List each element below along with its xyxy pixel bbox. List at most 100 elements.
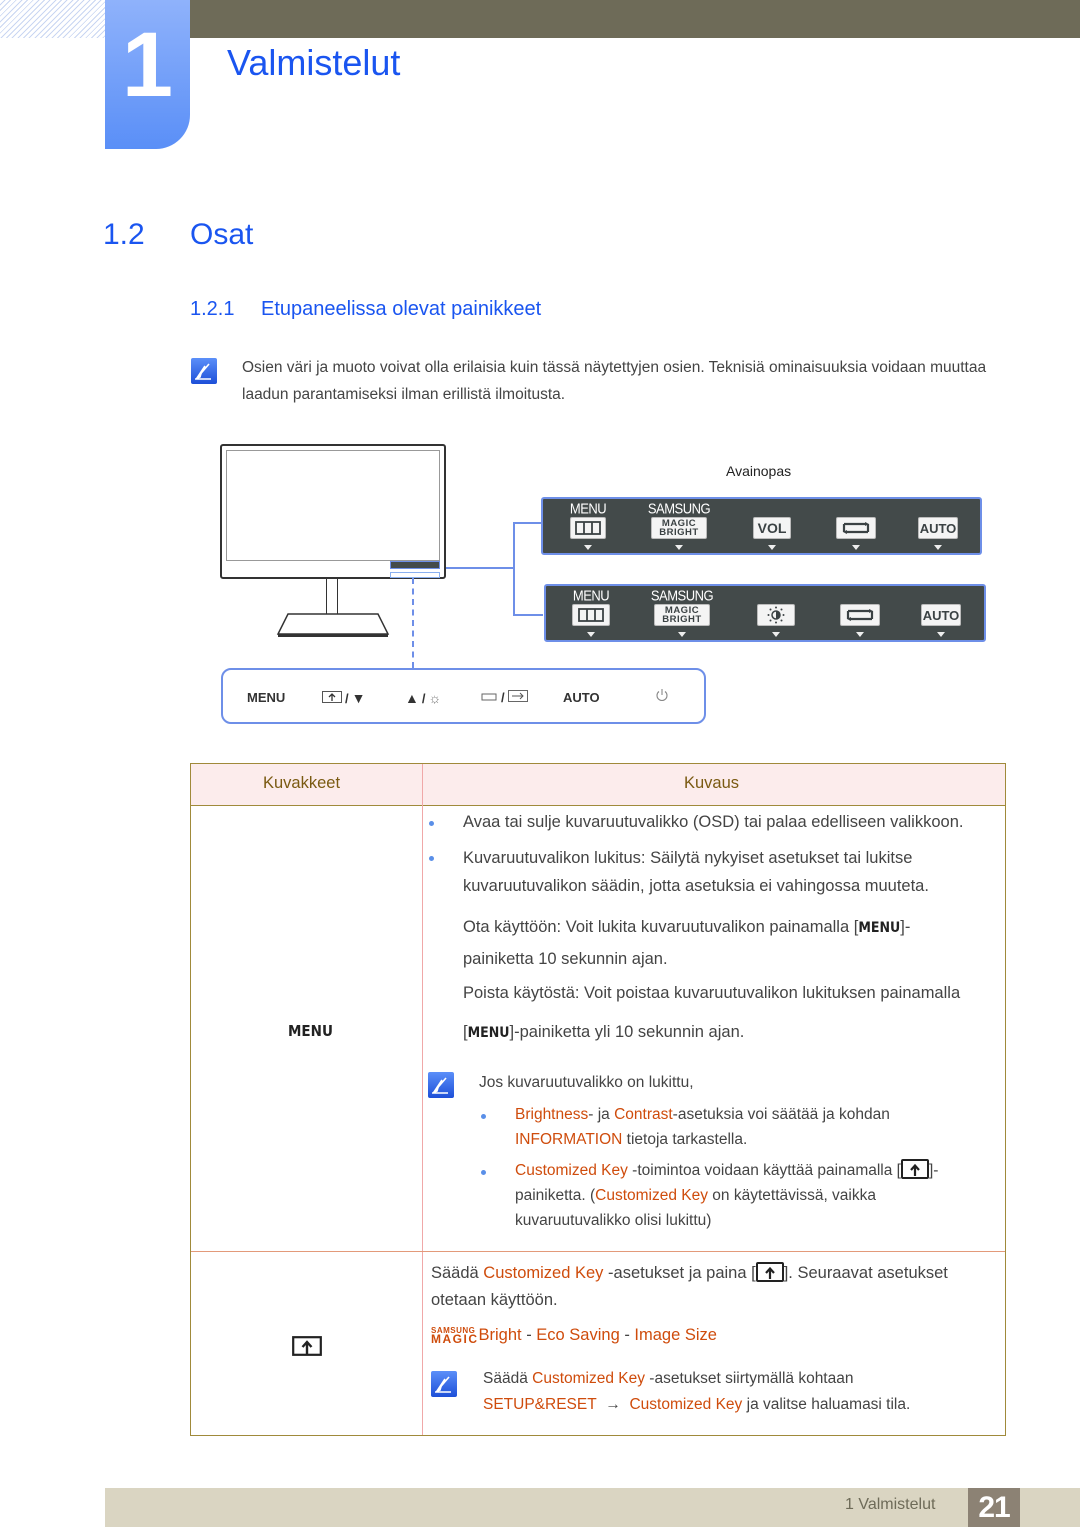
header-bar: [190, 0, 1080, 38]
arrow-down-icon: [852, 545, 860, 550]
bullet: [429, 856, 434, 861]
menu-icon: [572, 604, 610, 626]
row1-disable-text-2: [MENU]-painiketta yli 10 sekunnin ajan.: [463, 1023, 745, 1041]
row2-note: Säädä Customized Key -asetukset siirtymä…: [483, 1370, 911, 1413]
monitor-front-buttons: [390, 572, 440, 578]
option-image-size: Image Size: [634, 1326, 717, 1344]
arrow-down-icon: [856, 632, 864, 637]
key-menu: MENU: [551, 586, 631, 640]
power-icon: [655, 688, 669, 705]
key-guide-panel-a: MENU SAMSUNG MAGIC BRIGHT VOL AUTO: [541, 497, 982, 555]
arrow-down-icon: [675, 545, 683, 550]
arrow-down-icon: [937, 632, 945, 637]
header-hatch-decoration: [0, 0, 105, 38]
key-magic-bright: SAMSUNG MAGIC BRIGHT: [639, 499, 719, 553]
subsection-title: Etupaneelissa olevat painikkeet: [261, 298, 542, 320]
row1-enable-text-2: painiketta 10 sekunnin ajan.: [463, 950, 668, 968]
monitor-stand-base: [276, 613, 390, 637]
row1-note-bullet-1: Brightness- ja Contrast-asetuksia voi sä…: [515, 1106, 890, 1148]
row2-line-1: Säädä Customized Key -asetukset ja paina…: [431, 1262, 948, 1282]
row2-options: SAMSUNG MAGIC Bright - Eco Saving - Image …: [431, 1326, 717, 1346]
option-eco-saving: Eco Saving: [536, 1326, 620, 1344]
row1-note-bullet-2: Customized Key -toimintoa voidaan käyttä…: [515, 1158, 995, 1233]
monitor-illustration: [220, 444, 446, 579]
row1-note-intro: Jos kuvaruutuvalikko on lukittu,: [479, 1074, 694, 1091]
page-number: 21: [968, 1488, 1020, 1527]
customized-key-icon: [322, 690, 342, 706]
brightness-icon: [757, 604, 795, 626]
front-button-source-enter[interactable]: /: [480, 690, 528, 705]
note-icon: [431, 1371, 457, 1397]
menu-key-inline: MENU: [467, 1025, 510, 1041]
row-divider: [191, 1251, 1005, 1252]
row2-line-2: otetaan käyttöön.: [431, 1291, 558, 1309]
row1-enable-text: Ota käyttöön: Voit lukita kuvaruutuvalik…: [463, 918, 911, 936]
arrow-down-icon: [768, 545, 776, 550]
brightness-icon: ☼: [428, 690, 442, 706]
subsection-number: 1.2.1: [190, 298, 235, 320]
customized-key-icon: [755, 1262, 784, 1282]
monitor-key-panel: [390, 561, 440, 569]
header-description: Kuvaus: [684, 774, 740, 792]
key-auto: AUTO: [901, 586, 981, 640]
customized-key-icon: [901, 1159, 929, 1179]
key-source: [820, 586, 900, 640]
connector-line: [446, 567, 514, 569]
magic-bright-icon: MAGIC BRIGHT: [651, 517, 707, 539]
header-icons: Kuvakkeet: [263, 774, 341, 792]
customized-key-icon: [292, 1336, 322, 1361]
row1-bullet-2: Kuvaruutuvalikon lukitus: Säilytä nykyis…: [463, 849, 929, 895]
enter-icon: [507, 690, 528, 705]
key-brightness: [736, 586, 816, 640]
arrow-down-icon: [584, 545, 592, 550]
arrow-down-icon: [934, 545, 942, 550]
source-swap-icon: [480, 690, 498, 705]
connector-bracket: [513, 522, 543, 616]
row1-disable-text: Poista käytöstä: Voit poistaa kuvaruutuv…: [463, 984, 961, 1002]
arrow-down-icon: [678, 632, 686, 637]
key-vol: VOL: [732, 499, 812, 553]
menu-key-label: MENU: [288, 1022, 333, 1040]
key-source: [816, 499, 896, 553]
row1-bullet-1: Avaa tai sulje kuvaruutuvalikko (OSD) ta…: [463, 813, 964, 831]
footer-chapter-label: 1 Valmistelut: [845, 1496, 936, 1513]
chapter-number: 1: [121, 14, 174, 116]
key-menu: MENU: [548, 499, 628, 553]
front-button-auto[interactable]: AUTO: [563, 690, 600, 705]
front-button-custom-down[interactable]: / ▼: [322, 690, 365, 706]
arrow-right-icon: →: [605, 1396, 621, 1413]
key-guide-label: Avainopas: [726, 463, 792, 479]
front-button-strip: MENU / ▼ ▲ / ☼ / AUTO: [221, 668, 706, 724]
key-guide-panel-b: MENU SAMSUNG MAGIC BRIGHT AUTO: [544, 584, 986, 642]
source-swap-icon: [840, 604, 880, 626]
section-title: Osat: [190, 218, 254, 251]
arrow-up-icon: ▲: [405, 690, 419, 706]
monitor-screen: [226, 450, 440, 561]
column-divider: [422, 764, 423, 1435]
arrow-down-icon: [587, 632, 595, 637]
key-auto: AUTO: [898, 499, 978, 553]
arrow-down-icon: ▼: [351, 690, 366, 706]
table-header: Kuvakkeet Kuvaus: [191, 764, 1005, 806]
front-button-power[interactable]: [655, 688, 669, 705]
note-icon: [428, 1072, 454, 1098]
section-number: 1.2: [103, 218, 145, 251]
source-swap-icon: [836, 517, 876, 539]
menu-key-inline: MENU: [858, 920, 901, 936]
chapter-title: Valmistelut: [227, 42, 401, 83]
samsung-magic-logo: SAMSUNG MAGIC: [431, 1326, 479, 1346]
front-button-up-brightness[interactable]: ▲ / ☼: [405, 690, 441, 706]
bullet: [429, 821, 434, 826]
bullet: [481, 1114, 486, 1119]
magic-bright-icon: MAGIC BRIGHT: [654, 604, 710, 626]
bullet: [481, 1170, 486, 1175]
intro-note-text: Osien väri ja muoto voivat olla erilaisi…: [242, 359, 987, 403]
key-magic-bright: SAMSUNG MAGIC BRIGHT: [642, 586, 722, 640]
connector-dashed-line: [412, 578, 414, 668]
note-icon: [191, 358, 217, 384]
buttons-table: Kuvakkeet Kuvaus MENU Avaa tai sulje kuv…: [190, 763, 1006, 1436]
front-button-menu[interactable]: MENU: [247, 690, 285, 705]
arrow-down-icon: [772, 632, 780, 637]
option-bright: Bright: [478, 1326, 522, 1344]
menu-icon: [570, 517, 606, 539]
